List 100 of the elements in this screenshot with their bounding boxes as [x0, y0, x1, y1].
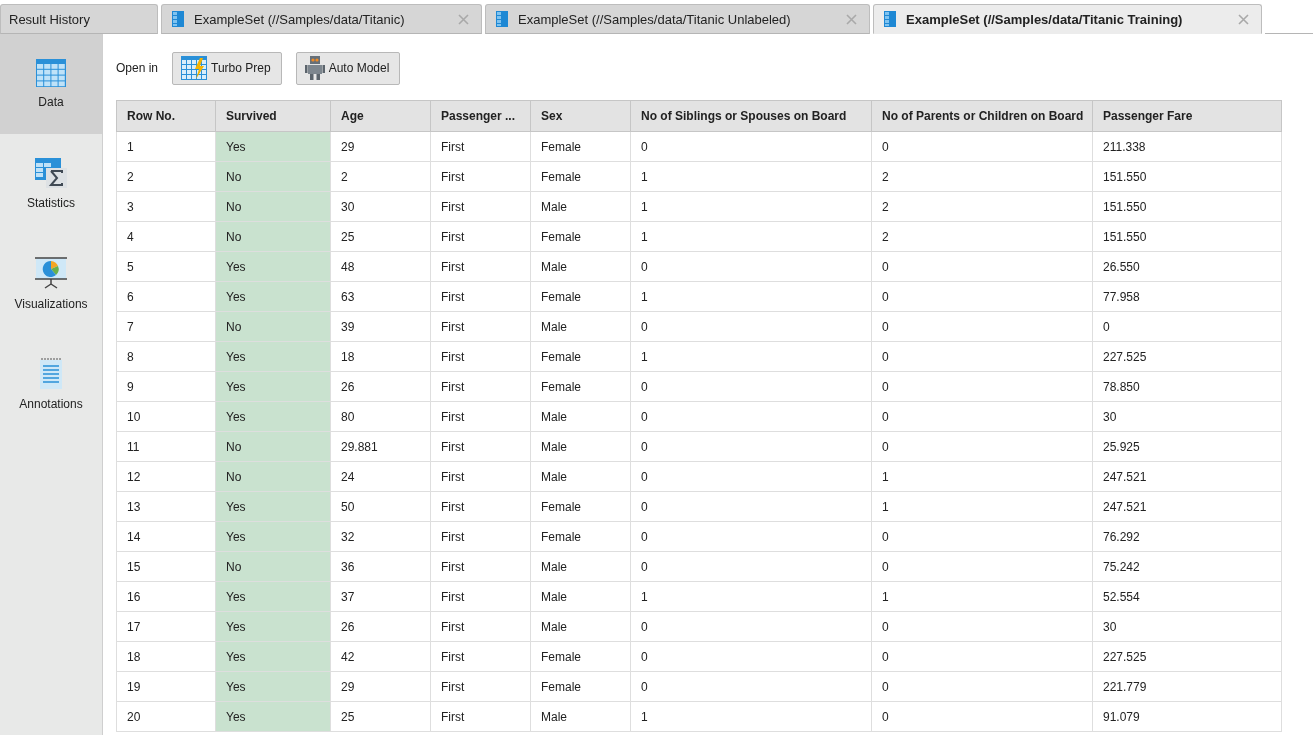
table-cell: 2	[330, 161, 431, 192]
table-cell: 36	[330, 551, 431, 582]
robot-icon	[304, 56, 325, 80]
table-cell: Female	[530, 521, 631, 552]
table-cell: Male	[530, 431, 631, 462]
table-cell: 0	[871, 551, 1093, 582]
table-cell: First	[430, 611, 531, 642]
table-cell: 7	[116, 311, 216, 342]
column-header[interactable]: Survived	[215, 100, 331, 132]
close-icon[interactable]	[458, 13, 469, 25]
sidebar-item[interactable]: Annotations	[0, 334, 102, 434]
table-cell: Female	[530, 131, 631, 162]
table-cell: 63	[330, 281, 431, 312]
table-cell: Male	[530, 581, 631, 612]
table-cell: First	[430, 551, 531, 582]
table-cell: 0	[630, 491, 872, 522]
table-cell: 4	[116, 221, 216, 252]
table-cell: 17	[116, 611, 216, 642]
table-cell: 1	[116, 131, 216, 162]
table-cell: 0	[630, 521, 872, 552]
table-cell: No	[215, 551, 331, 582]
close-icon[interactable]	[846, 13, 857, 25]
table-cell: 30	[330, 191, 431, 222]
table-cell: 221.779	[1092, 671, 1282, 702]
table-cell: 26.550	[1092, 251, 1282, 282]
column-header[interactable]: Passenger Fare	[1092, 100, 1282, 132]
table-cell: 15	[116, 551, 216, 582]
table-icon	[36, 59, 66, 87]
table-cell: 1	[630, 221, 872, 252]
table-cell: 52.554	[1092, 581, 1282, 612]
table-cell: Female	[530, 371, 631, 402]
table-cell: 1	[630, 701, 872, 732]
table-cell: 76.292	[1092, 521, 1282, 552]
table-cell: 1	[630, 581, 872, 612]
table-cell: 26	[330, 611, 431, 642]
table-cell: 6	[116, 281, 216, 312]
table-cell: Female	[530, 671, 631, 702]
tab[interactable]: Result History	[0, 4, 158, 34]
table-cell: 25	[330, 701, 431, 732]
column-header[interactable]: Passenger ...	[430, 100, 531, 132]
table-cell: First	[430, 491, 531, 522]
sidebar-item[interactable]: Visualizations	[0, 234, 102, 334]
table-cell: 11	[116, 431, 216, 462]
table-cell: Yes	[215, 371, 331, 402]
table-cell: 0	[630, 611, 872, 642]
table-cell: 151.550	[1092, 161, 1282, 192]
toolbar-button[interactable]: Turbo Prep	[172, 51, 282, 85]
table-cell: 77.958	[1092, 281, 1282, 312]
table-cell: 2	[871, 221, 1093, 252]
table-cell: 2	[871, 191, 1093, 222]
table-cell: 227.525	[1092, 341, 1282, 372]
table-cell: 0	[630, 371, 872, 402]
table-cell: 0	[871, 281, 1093, 312]
table-cell: 30	[1092, 611, 1282, 642]
column-header[interactable]: Age	[330, 100, 431, 132]
table-cell: 25	[330, 221, 431, 252]
close-icon[interactable]	[1238, 13, 1249, 25]
sidebar-item[interactable]: Data	[0, 34, 102, 134]
tab[interactable]: ExampleSet (//Samples/data/Titanic Unlabeled)	[485, 4, 870, 34]
table-cell: 80	[330, 401, 431, 432]
column-header[interactable]: Sex	[530, 100, 631, 132]
table-cell: 211.338	[1092, 131, 1282, 162]
table-cell: First	[430, 161, 531, 192]
table-cell: Female	[530, 641, 631, 672]
table-cell: First	[430, 131, 531, 162]
table-cell: 78.850	[1092, 371, 1282, 402]
table-cell: Yes	[215, 671, 331, 702]
table-cell: 0	[630, 431, 872, 462]
table-cell: 1	[871, 461, 1093, 492]
presentation-chart-icon	[35, 257, 67, 289]
table-cell: No	[215, 461, 331, 492]
table-cell: 1	[630, 281, 872, 312]
tab[interactable]: ExampleSet (//Samples/data/Titanic Training)	[873, 4, 1262, 34]
column-header[interactable]: No of Parents or Children on Board	[871, 100, 1093, 132]
table-cell: 29.881	[330, 431, 431, 462]
table-cell: 0	[871, 131, 1093, 162]
sidebar-item[interactable]: Statistics	[0, 134, 102, 234]
table-cell: No	[215, 191, 331, 222]
table-cell: First	[430, 311, 531, 342]
table-cell: 29	[330, 671, 431, 702]
table-cell: Male	[530, 251, 631, 282]
table-cell: 0	[630, 131, 872, 162]
table-cell: 0	[871, 671, 1093, 702]
table-cell: 13	[116, 491, 216, 522]
toolbar-button[interactable]: Auto Model	[295, 51, 401, 85]
table-cell: Yes	[215, 641, 331, 672]
tab[interactable]: ExampleSet (//Samples/data/Titanic)	[161, 4, 482, 34]
table-cell: Female	[530, 221, 631, 252]
table-cell: 2	[116, 161, 216, 192]
column-header[interactable]: Row No.	[116, 100, 216, 132]
table-cell: 0	[630, 551, 872, 582]
table-cell: 151.550	[1092, 221, 1282, 252]
table-cell: First	[430, 221, 531, 252]
table-cell: First	[430, 521, 531, 552]
table-cell: 0	[630, 461, 872, 492]
table-cell: Male	[530, 401, 631, 432]
column-header[interactable]: No of Siblings or Spouses on Board	[630, 100, 872, 132]
table-icon	[172, 11, 184, 27]
table-icon	[884, 11, 896, 27]
table-cell: Male	[530, 461, 631, 492]
